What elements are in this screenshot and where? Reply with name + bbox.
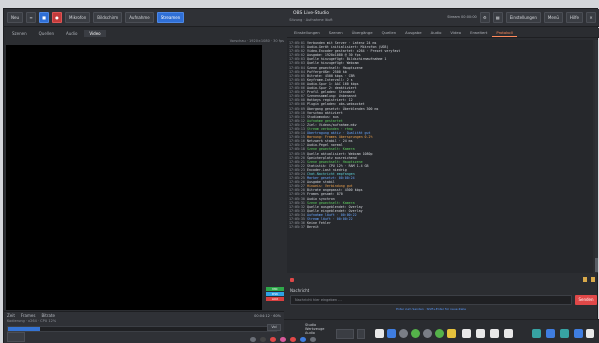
preview-info: Vorschau · 1920×1080 · 30 fps: [229, 39, 284, 43]
playback-panel: Zeit Frames Bitrate Kodierung · x264 · C…: [4, 311, 284, 343]
right-tab[interactable]: Quellen: [378, 29, 401, 36]
right-tab[interactable]: Übergänge: [348, 29, 377, 36]
log-line: 17:05:37 Bereit: [289, 225, 591, 229]
close-icon[interactable]: ✕: [586, 12, 596, 23]
legend-desktop: DSK: [266, 292, 284, 296]
compose-label: Nachricht: [290, 288, 310, 293]
time-readout: 00:04:12 · 60%: [254, 314, 281, 318]
right-tab[interactable]: Video: [446, 29, 465, 36]
pin-icon[interactable]: [583, 277, 587, 282]
notifications-icon[interactable]: [574, 329, 583, 338]
right-tab[interactable]: Audio: [427, 29, 446, 36]
stream-status: Stream 00:00:00: [447, 15, 477, 19]
app-window: Neu ≡ ■ ● Mikrofon Bildschirm Aufnahme S…: [3, 8, 599, 343]
stats-labels: Zeit Frames Bitrate: [7, 313, 55, 318]
window-2-icon[interactable]: [462, 329, 471, 338]
timeline-slider[interactable]: [7, 326, 277, 332]
top-toolbar: Neu ≡ ■ ● Mikrofon Bildschirm Aufnahme S…: [4, 9, 599, 27]
right-tab-bar: Einstellungen Szenen Übergänge Quellen Ausga…: [287, 28, 599, 38]
stat-bitrate-label: Bitrate: [41, 313, 55, 318]
stream-button[interactable]: Streamen: [156, 12, 185, 23]
window-icon[interactable]: [375, 329, 384, 338]
task-icon-7[interactable]: [310, 337, 316, 342]
new-button[interactable]: Neu: [7, 12, 23, 23]
send-button[interactable]: Senden: [575, 295, 597, 305]
window-title: OBS Live-Studio: [293, 11, 329, 16]
record-icon[interactable]: ●: [52, 12, 62, 23]
window-5-icon[interactable]: [504, 329, 513, 338]
message-input[interactable]: Nachricht hier eingeben …: [290, 295, 572, 305]
right-tab[interactable]: Ausgabe: [401, 29, 425, 36]
power-icon[interactable]: [586, 329, 594, 338]
taskbar-strip: [250, 337, 316, 342]
record-button[interactable]: Aufnahme: [125, 12, 154, 23]
right-tab[interactable]: Protokoll: [492, 29, 517, 37]
stat-frames-label: Frames: [20, 313, 36, 318]
window-4-icon[interactable]: [490, 329, 499, 338]
left-tab-bar: Szenen Quellen Audio Video: [4, 28, 284, 38]
toolbar-right: Stream 00:00:00 ⚙ ▦ Einstellungen Menü H…: [437, 12, 596, 23]
audio-legend: MIC DSK AUX: [266, 287, 284, 302]
timeline-progress: [8, 327, 41, 331]
video-preview[interactable]: [6, 45, 262, 310]
task-icon-2[interactable]: [260, 337, 266, 342]
window-3-icon[interactable]: [476, 329, 485, 338]
log-message: Bereit: [307, 225, 319, 230]
right-tab[interactable]: Erweitert: [466, 29, 491, 36]
log-footer: [287, 275, 599, 285]
scrollbar-thumb[interactable]: [595, 258, 598, 272]
window-subtitle: Sitzung · Aufnahme läuft: [289, 18, 333, 22]
dock-bar: Studio Werkzeuge Audio: [284, 319, 599, 343]
bluetooth-icon[interactable]: [546, 329, 555, 338]
bookmark-icon[interactable]: [591, 277, 595, 282]
media-app-icon[interactable]: [435, 329, 444, 338]
settings-button[interactable]: Einstellungen: [505, 12, 541, 23]
task-icon-1[interactable]: [250, 337, 256, 342]
log-timestamp: 17:05:37: [289, 225, 305, 230]
bottom-left-toggle[interactable]: [7, 332, 25, 342]
stat-time-label: Zeit: [7, 313, 15, 318]
volume-control[interactable]: Vol: [267, 324, 281, 331]
settings-icon[interactable]: ⚙: [479, 12, 490, 23]
right-tab[interactable]: Szenen: [325, 29, 347, 36]
network-icon[interactable]: [532, 329, 541, 338]
tab-video[interactable]: Video: [84, 29, 106, 37]
volume-icon[interactable]: [560, 329, 569, 338]
legend-aux: AUX: [266, 297, 284, 301]
help-button[interactable]: Hilfe: [565, 12, 583, 23]
settings-app-icon[interactable]: [399, 329, 408, 338]
dock-toggle[interactable]: [357, 329, 365, 339]
log-scrollbar[interactable]: [595, 40, 598, 273]
encoder-status: Kodierung · x264 · CPU 12%: [7, 319, 57, 323]
chat-app-icon[interactable]: [411, 329, 420, 338]
task-icon-5[interactable]: [290, 337, 296, 342]
browser-icon[interactable]: [387, 329, 396, 338]
task-icon-3[interactable]: [270, 337, 276, 342]
right-tab[interactable]: Einstellungen: [290, 29, 324, 36]
screen-button[interactable]: Bildschirm: [93, 12, 123, 23]
legend-mic: MIC: [266, 287, 284, 291]
error-indicator-icon: [290, 278, 294, 282]
tab-audio[interactable]: Audio: [61, 30, 82, 37]
dock-label-audio: Audio: [305, 331, 315, 335]
folder-icon[interactable]: [447, 329, 456, 338]
dock-labels: Studio Werkzeuge Audio: [305, 323, 324, 335]
task-icon-4[interactable]: [280, 337, 286, 342]
dock-input-box[interactable]: [336, 329, 354, 339]
task-icon-6[interactable]: [300, 337, 306, 342]
footer-icons: [583, 277, 595, 282]
menu-icon[interactable]: ≡: [26, 12, 36, 23]
tab-sources[interactable]: Quellen: [34, 30, 59, 37]
log-view: 17:05:01 Verbunden mit Server · Latenz 24…: [287, 40, 593, 273]
grid-icon[interactable]: ▦: [492, 12, 503, 23]
compose-hint: Enter zum Senden · Shift+Enter für neue …: [396, 307, 466, 311]
menu-button[interactable]: Menü: [543, 12, 563, 23]
terminal-app-icon[interactable]: [423, 329, 432, 338]
camera-icon[interactable]: ■: [39, 12, 49, 23]
tab-scenes[interactable]: Szenen: [7, 30, 32, 37]
mic-button[interactable]: Mikrofon: [65, 12, 91, 23]
